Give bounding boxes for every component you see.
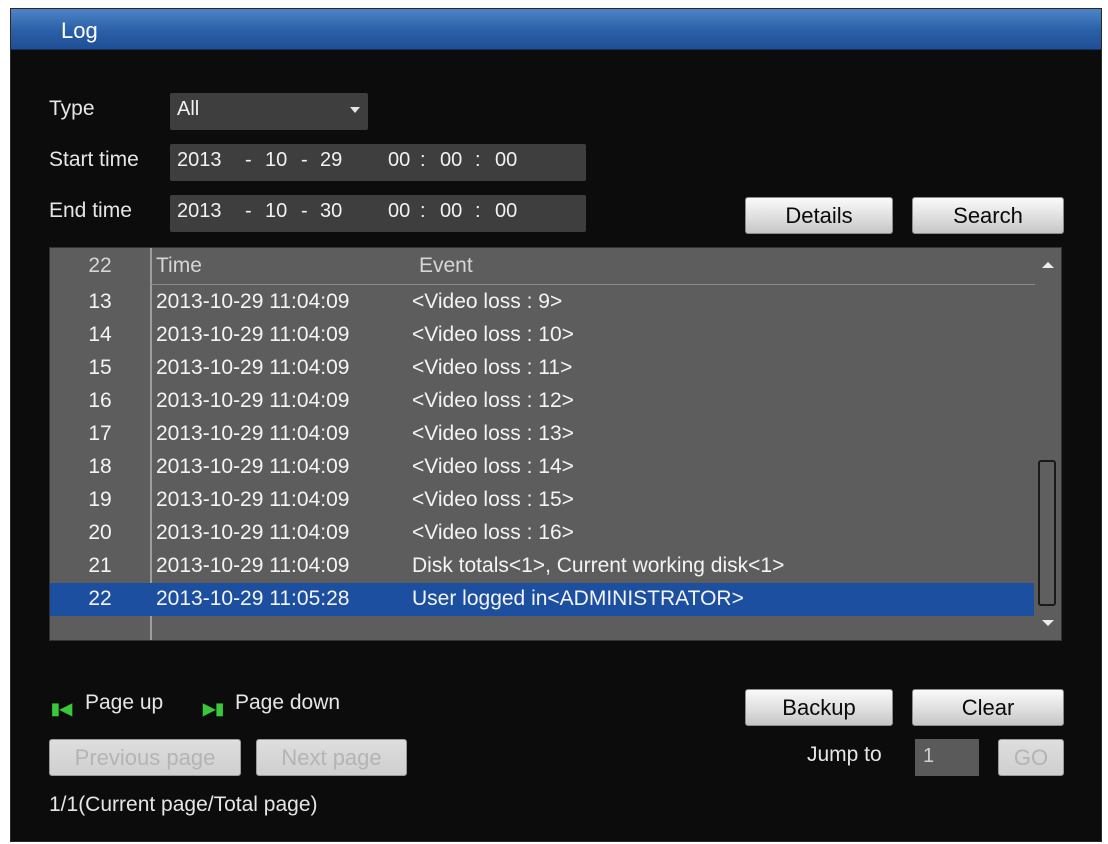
page-up-icon: ▮◀ (51, 701, 73, 718)
row-event: <Video loss : 16> (412, 521, 574, 544)
jump-to-label: Jump to (807, 743, 882, 766)
title-bar: Log (11, 9, 1101, 50)
chevron-down-icon (350, 107, 360, 113)
row-number: 17 (88, 422, 112, 445)
row-event: <Video loss : 9> (412, 290, 563, 313)
row-event: <Video loss : 13> (412, 422, 574, 445)
page-status: 1/1(Current page/Total page) (49, 793, 318, 816)
date-separator: - (301, 200, 308, 222)
time-separator: : (420, 200, 426, 222)
row-time: 2013-10-29 11:04:09 (156, 455, 350, 478)
log-row[interactable]: 17 2013-10-29 11:04:09 <Video loss : 13> (50, 418, 1034, 451)
column-header-event[interactable]: Event (419, 254, 473, 278)
start-second[interactable]: 00 (495, 149, 517, 172)
start-time-field[interactable]: 2013 - 10 - 29 00 : 00 : 00 (170, 144, 586, 181)
row-event: <Video loss : 11> (412, 356, 573, 379)
start-minute[interactable]: 00 (440, 149, 462, 172)
log-row-selected[interactable]: 22 2013-10-29 11:05:28 User logged in<AD… (50, 583, 1034, 616)
row-number: 18 (88, 455, 112, 478)
scrollbar-thumb[interactable] (1038, 460, 1056, 606)
row-time: 2013-10-29 11:04:09 (156, 488, 350, 511)
next-page-button[interactable]: Next page (256, 739, 407, 776)
page-up-label: Page up (85, 691, 164, 714)
end-day[interactable]: 30 (320, 200, 342, 223)
window-title: Log (61, 18, 98, 43)
row-time: 2013-10-29 11:05:28 (156, 587, 350, 610)
log-row[interactable]: 14 2013-10-29 11:04:09 <Video loss : 10> (50, 319, 1034, 352)
time-separator: : (420, 149, 426, 171)
end-time-label: End time (49, 199, 132, 222)
row-number: 14 (88, 323, 112, 346)
row-event: <Video loss : 15> (412, 488, 574, 511)
clear-button[interactable]: Clear (912, 689, 1064, 726)
row-number: 20 (88, 521, 112, 544)
details-button[interactable]: Details (745, 197, 893, 234)
date-separator: - (301, 149, 308, 171)
row-number: 19 (88, 488, 112, 511)
start-day[interactable]: 29 (320, 149, 342, 172)
scroll-down-icon[interactable] (1042, 620, 1054, 626)
start-hour[interactable]: 00 (388, 149, 410, 172)
end-second[interactable]: 00 (495, 200, 517, 223)
row-event: Disk totals<1>, Current working disk<1> (412, 554, 785, 577)
column-header-time[interactable]: Time (156, 254, 202, 278)
end-hour[interactable]: 00 (388, 200, 410, 223)
time-separator: : (475, 200, 481, 222)
backup-button[interactable]: Backup (745, 689, 893, 726)
row-time: 2013-10-29 11:04:09 (156, 356, 350, 379)
log-row[interactable]: 20 2013-10-29 11:04:09 <Video loss : 16> (50, 517, 1034, 550)
row-number: 21 (88, 554, 112, 577)
jump-to-value: 1 (923, 745, 935, 767)
start-month[interactable]: 10 (265, 149, 287, 172)
end-year[interactable]: 2013 (177, 200, 222, 223)
row-time: 2013-10-29 11:04:09 (156, 290, 350, 313)
log-list[interactable]: 22 Time Event 13 2013-10-29 11:04:09 <Vi… (49, 247, 1062, 641)
row-time: 2013-10-29 11:04:09 (156, 521, 350, 544)
row-event: User logged in<ADMINISTRATOR> (412, 587, 744, 610)
start-time-label: Start time (49, 148, 139, 171)
type-label: Type (49, 97, 95, 120)
log-window: Log Type All Start time 2013 - 10 - 29 0… (10, 8, 1102, 842)
row-number: 16 (88, 389, 112, 412)
end-minute[interactable]: 00 (440, 200, 462, 223)
log-count: 22 (88, 254, 112, 277)
date-separator: - (245, 200, 252, 222)
row-time: 2013-10-29 11:04:09 (156, 389, 350, 412)
start-year[interactable]: 2013 (177, 149, 222, 172)
row-event: <Video loss : 10> (412, 323, 574, 346)
go-button[interactable]: GO (998, 739, 1064, 776)
type-value: All (177, 98, 200, 120)
log-row[interactable]: 16 2013-10-29 11:04:09 <Video loss : 12> (50, 385, 1034, 418)
log-row[interactable]: 13 2013-10-29 11:04:09 <Video loss : 9> (50, 286, 1034, 319)
log-row[interactable]: 21 2013-10-29 11:04:09 Disk totals<1>, C… (50, 550, 1034, 583)
row-event: <Video loss : 12> (412, 389, 574, 412)
header-divider (151, 284, 1035, 285)
row-number: 13 (88, 290, 112, 313)
row-time: 2013-10-29 11:04:09 (156, 323, 350, 346)
time-separator: : (475, 149, 481, 171)
log-row[interactable]: 19 2013-10-29 11:04:09 <Video loss : 15> (50, 484, 1034, 517)
search-button[interactable]: Search (912, 197, 1064, 234)
row-number: 15 (88, 356, 112, 379)
jump-to-input[interactable]: 1 (915, 739, 979, 776)
type-dropdown[interactable]: All (170, 93, 368, 130)
scroll-up-icon[interactable] (1042, 262, 1054, 268)
row-time: 2013-10-29 11:04:09 (156, 422, 350, 445)
log-row[interactable]: 18 2013-10-29 11:04:09 <Video loss : 14> (50, 451, 1034, 484)
page-down-icon: ▶▮ (203, 701, 225, 718)
previous-page-button[interactable]: Previous page (49, 739, 241, 776)
date-separator: - (245, 149, 252, 171)
log-row[interactable]: 15 2013-10-29 11:04:09 <Video loss : 11> (50, 352, 1034, 385)
page-down-label: Page down (235, 691, 341, 714)
end-month[interactable]: 10 (265, 200, 287, 223)
row-time: 2013-10-29 11:04:09 (156, 554, 350, 577)
row-event: <Video loss : 14> (412, 455, 574, 478)
row-number: 22 (88, 587, 112, 610)
end-time-field[interactable]: 2013 - 10 - 30 00 : 00 : 00 (170, 195, 586, 232)
